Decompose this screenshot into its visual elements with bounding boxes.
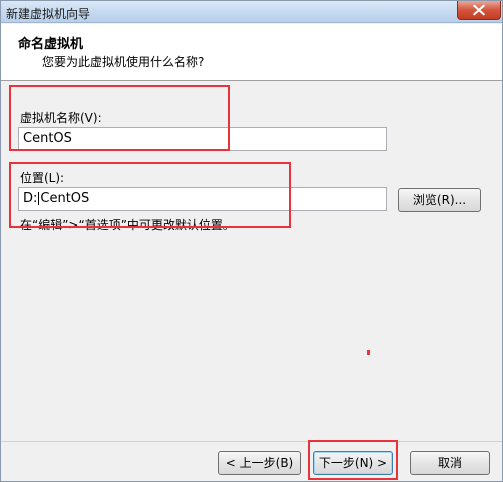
vm-name-label: 虚拟机名称(V):: [20, 111, 102, 125]
title-bar: 新建虚拟机向导: [1, 1, 502, 23]
new-vm-wizard-window: 新建虚拟机向导 命名虚拟机 您要为此虚拟机使用什么名称? 虚拟机名称(V): C…: [0, 0, 503, 482]
default-location-hint: 在“编辑”>“首选项”中可更改默认位置。: [20, 218, 235, 232]
next-button[interactable]: 下一步(N) >: [313, 451, 393, 475]
close-icon: [473, 4, 485, 16]
annotation-dot: [367, 350, 370, 355]
location-value-prefix: D:: [23, 191, 38, 206]
location-value-suffix: CentOS: [40, 191, 90, 206]
close-button[interactable]: [457, 1, 501, 20]
vm-name-value: CentOS: [23, 131, 72, 146]
page-subtitle: 您要为此虚拟机使用什么名称?: [42, 55, 205, 69]
location-input[interactable]: D: CentOS: [18, 187, 387, 211]
vm-name-input[interactable]: CentOS: [18, 127, 387, 151]
back-button[interactable]: < 上一步(B): [218, 451, 301, 475]
window-title: 新建虚拟机向导: [6, 7, 91, 21]
cancel-button[interactable]: 取消: [410, 451, 490, 475]
location-label: 位置(L):: [20, 171, 65, 185]
footer-separator: [1, 441, 502, 442]
wizard-header: 命名虚拟机 您要为此虚拟机使用什么名称?: [1, 24, 502, 81]
browse-button[interactable]: 浏览(R)...: [398, 188, 481, 212]
page-title: 命名虚拟机: [18, 37, 84, 52]
